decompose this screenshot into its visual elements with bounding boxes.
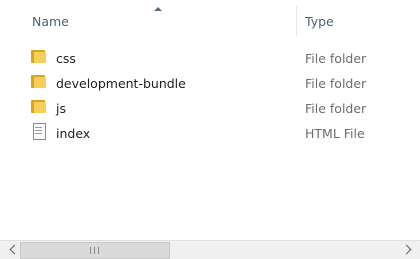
list-item-development-bundle[interactable]: development-bundle File folder (0, 71, 420, 96)
chevron-left-icon[interactable] (8, 245, 17, 254)
item-type: File folder (305, 51, 367, 66)
horizontal-scrollbar[interactable] (0, 240, 420, 259)
item-type: File folder (305, 76, 367, 91)
item-name: css (56, 51, 76, 66)
folder-icon (30, 48, 48, 64)
item-name: js (56, 101, 66, 116)
item-type: File folder (305, 101, 367, 116)
folder-icon (30, 73, 48, 89)
type-column-label: Type (305, 14, 334, 29)
name-column-label: Name (32, 14, 69, 29)
item-type: HTML File (305, 126, 365, 141)
list-item-js[interactable]: js File folder (0, 96, 420, 121)
file-icon (30, 123, 48, 140)
scrollbar-thumb[interactable] (20, 242, 170, 259)
list-item-css[interactable]: css File folder (0, 46, 420, 71)
name-column-header[interactable]: Name (0, 0, 296, 36)
type-column-header[interactable]: Type (297, 0, 420, 36)
chevron-right-icon[interactable] (403, 245, 412, 254)
sort-ascending-icon (154, 7, 162, 11)
item-name: development-bundle (56, 76, 186, 91)
folder-icon (30, 98, 48, 114)
item-name: index (56, 126, 91, 141)
list-item-index[interactable]: index HTML File (0, 121, 420, 146)
column-header: Name Type (0, 0, 420, 36)
grip-icon (90, 247, 100, 254)
